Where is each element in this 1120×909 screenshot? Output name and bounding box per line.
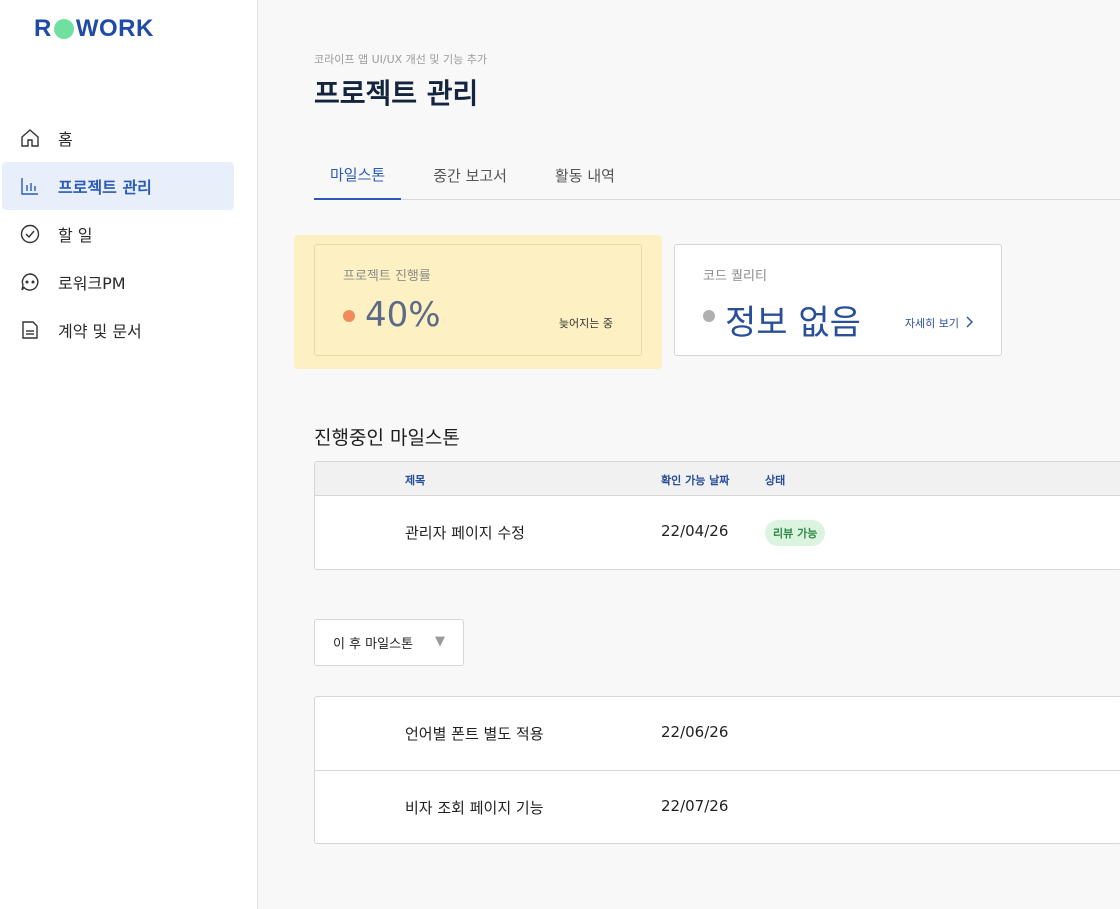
document-icon bbox=[20, 320, 40, 340]
code-quality-value: 정보 없음 bbox=[725, 303, 861, 343]
sidebar-item-label: 프로젝트 관리 bbox=[58, 178, 152, 197]
tab-bar: 마일스톤 중간 보고서 활동 내역 bbox=[314, 150, 1120, 200]
sidebar-item-todo[interactable]: 할 일 bbox=[2, 210, 234, 258]
upcoming-milestones-table: 언어별 폰트 별도 적용 22/06/26 비자 조회 페이지 기능 22/07… bbox=[314, 696, 1120, 844]
sidebar: R WORK 홈 프로젝트 관리 할 일 로워크PM 계약 및 문서 bbox=[0, 0, 258, 909]
sidebar-item-label: 로워크PM bbox=[58, 274, 126, 293]
sidebar-nav: 홈 프로젝트 관리 할 일 로워크PM 계약 및 문서 bbox=[2, 114, 234, 354]
status-dot-icon bbox=[343, 310, 355, 322]
milestone-date: 22/06/26 bbox=[661, 723, 729, 741]
page-title: 프로젝트 관리 bbox=[314, 77, 479, 110]
logo-letter-r: R bbox=[34, 15, 52, 42]
sidebar-item-home[interactable]: 홈 bbox=[2, 114, 234, 162]
milestone-date: 22/07/26 bbox=[661, 797, 729, 815]
milestone-date: 22/04/26 bbox=[661, 522, 729, 540]
sidebar-item-label: 홈 bbox=[58, 130, 73, 149]
sidebar-item-roworkpm[interactable]: 로워크PM bbox=[2, 258, 234, 306]
milestone-title: 비자 조회 페이지 기능 bbox=[405, 799, 544, 817]
table-row[interactable]: 언어별 폰트 별도 적용 22/06/26 bbox=[315, 697, 1120, 770]
chevron-right-icon bbox=[965, 316, 973, 331]
main-content: 코라이프 앱 UI/UX 개선 및 기능 추가 프로젝트 관리 마일스톤 중간 … bbox=[258, 0, 1120, 909]
caret-down-icon: ▼ bbox=[435, 634, 445, 649]
chat-bubble-icon bbox=[20, 272, 40, 292]
column-header-date[interactable]: 확인 가능 날짜 bbox=[661, 472, 729, 488]
rowork-logo[interactable]: R WORK bbox=[34, 15, 154, 42]
code-quality-label: 코드 퀄리티 bbox=[703, 269, 767, 284]
milestone-title: 언어별 폰트 별도 적용 bbox=[405, 725, 544, 743]
tab-milestones[interactable]: 마일스톤 bbox=[314, 150, 402, 200]
milestone-title: 관리자 페이지 수정 bbox=[405, 524, 525, 542]
home-icon bbox=[20, 128, 40, 148]
table-row[interactable]: 비자 조회 페이지 기능 22/07/26 bbox=[315, 770, 1120, 843]
logo-dot-icon bbox=[53, 19, 74, 39]
current-milestones-table: 제목 확인 가능 날짜 상태 관리자 페이지 수정 22/04/26 리뷰 가능 bbox=[314, 461, 1120, 570]
table-header: 제목 확인 가능 날짜 상태 bbox=[315, 462, 1120, 496]
bar-chart-icon bbox=[20, 176, 40, 196]
logo-letters-work: WORK bbox=[75, 15, 154, 42]
progress-card: 프로젝트 진행률 40% 늦어지는 중 bbox=[314, 244, 642, 356]
column-header-title[interactable]: 제목 bbox=[405, 472, 425, 488]
progress-value: 40% bbox=[365, 295, 441, 335]
sidebar-item-label: 계약 및 문서 bbox=[58, 322, 142, 341]
sidebar-item-project-management[interactable]: 프로젝트 관리 bbox=[2, 162, 234, 210]
status-badge: 리뷰 가능 bbox=[765, 520, 826, 546]
table-row[interactable]: 관리자 페이지 수정 22/04/26 리뷰 가능 bbox=[315, 496, 1120, 569]
column-header-status[interactable]: 상태 bbox=[765, 472, 785, 488]
tab-interim-report[interactable]: 중간 보고서 bbox=[417, 150, 523, 200]
check-circle-icon bbox=[20, 224, 40, 244]
status-dot-icon bbox=[703, 310, 715, 322]
milestone-filter-select[interactable]: 이 후 마일스톤 ▼ bbox=[314, 619, 464, 666]
view-details-link[interactable]: 자세히 보기 bbox=[905, 315, 973, 331]
current-milestones-title: 진행중인 마일스톤 bbox=[314, 427, 460, 449]
sidebar-item-label: 할 일 bbox=[58, 226, 93, 245]
code-quality-card: 코드 퀄리티 정보 없음 자세히 보기 bbox=[674, 244, 1002, 356]
tab-activity-log[interactable]: 활동 내역 bbox=[539, 150, 631, 200]
milestone-filter-value: 이 후 마일스톤 bbox=[333, 637, 414, 652]
progress-status-note: 늦어지는 중 bbox=[558, 317, 613, 330]
breadcrumb[interactable]: 코라이프 앱 UI/UX 개선 및 기능 추가 bbox=[314, 51, 487, 67]
view-details-label: 자세히 보기 bbox=[904, 317, 959, 330]
sidebar-item-contracts[interactable]: 계약 및 문서 bbox=[2, 306, 234, 354]
progress-card-label: 프로젝트 진행률 bbox=[343, 269, 431, 284]
